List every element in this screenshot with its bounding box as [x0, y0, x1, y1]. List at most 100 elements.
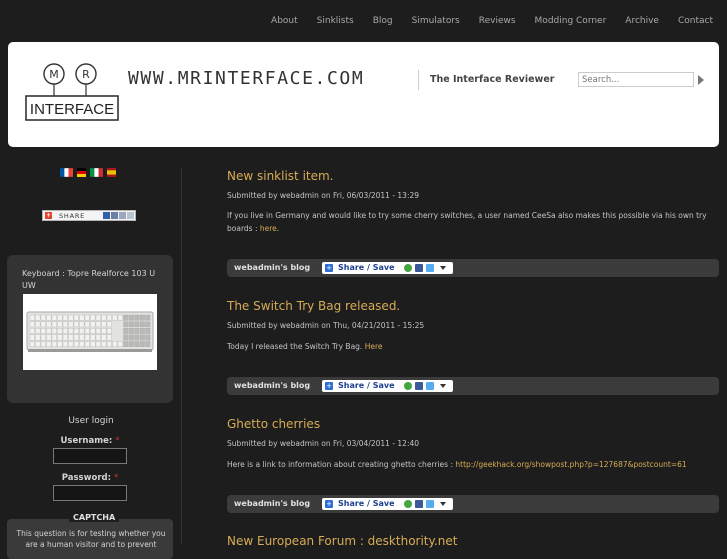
share-save-button[interactable]: + Share / Save — [322, 262, 453, 274]
post-body-text: Today I released the Switch Try Bag. — [227, 342, 363, 351]
keycap — [68, 328, 74, 334]
twitter-icon[interactable] — [426, 500, 434, 508]
keycap — [106, 314, 112, 321]
keycap — [90, 341, 96, 347]
keycap — [46, 328, 52, 334]
share-save-button[interactable]: + Share / Save — [322, 498, 453, 510]
share-label: SHARE — [59, 212, 86, 220]
search-input[interactable] — [578, 72, 694, 87]
dropdown-caret-icon[interactable] — [440, 502, 446, 506]
blog-link[interactable]: webadmin's blog — [234, 499, 310, 508]
keycap — [35, 334, 41, 341]
keycap — [95, 321, 101, 328]
top-nav: About Sinklists Blog Simulators Reviews … — [252, 16, 713, 26]
plus-icon: + — [325, 382, 333, 390]
keycap — [95, 341, 101, 347]
post-footer-bar: webadmin's blog + Share / Save — [227, 495, 719, 513]
keycap — [62, 314, 68, 321]
spanish-flag-icon[interactable] — [105, 168, 118, 177]
plus-icon: + — [325, 264, 333, 272]
keycap — [128, 334, 134, 341]
twitter-icon[interactable] — [426, 382, 434, 390]
post-link[interactable]: http://geekhack.org/showpost.php?p=12768… — [455, 460, 686, 469]
dropdown-caret-icon[interactable] — [440, 384, 446, 388]
search-submit-arrow-icon[interactable] — [698, 75, 704, 85]
nav-blog[interactable]: Blog — [373, 16, 393, 26]
post-title[interactable]: New European Forum : deskthority.net — [227, 534, 457, 548]
keycap — [95, 328, 101, 334]
share-save-button[interactable]: + Share / Save — [322, 380, 453, 392]
keycap — [46, 341, 52, 347]
nav-simulators[interactable]: Simulators — [412, 16, 460, 26]
dropdown-caret-icon[interactable] — [440, 266, 446, 270]
nav-archive[interactable]: Archive — [625, 16, 659, 26]
sidebar-divider — [181, 168, 182, 545]
keycap — [62, 328, 68, 334]
nav-modding-corner[interactable]: Modding Corner — [535, 16, 607, 26]
blog-link[interactable]: webadmin's blog — [234, 381, 310, 390]
keycap — [95, 314, 101, 321]
username-label-text: Username: — [60, 436, 113, 446]
header-divider — [418, 70, 419, 90]
twitter-icon[interactable] — [426, 264, 434, 272]
keycap — [139, 328, 145, 334]
header-banner: M R INTERFACE WWW.MRINTERFACE.COM The In… — [8, 42, 719, 147]
username-input[interactable] — [53, 448, 127, 464]
keycap — [106, 321, 112, 328]
keycap — [90, 328, 96, 334]
french-flag-icon[interactable] — [60, 168, 73, 177]
italian-flag-icon[interactable] — [90, 168, 103, 177]
keycap — [90, 314, 96, 321]
keycap — [40, 321, 46, 328]
german-flag-icon[interactable] — [75, 168, 88, 177]
keycap — [79, 328, 85, 334]
keycap — [46, 314, 52, 321]
facebook-icon[interactable] — [415, 382, 423, 390]
keycap — [29, 334, 35, 341]
facebook-icon[interactable] — [415, 264, 423, 272]
post-link[interactable]: here — [260, 224, 277, 233]
keycap — [123, 334, 129, 341]
keycap — [29, 341, 35, 347]
keycap — [62, 341, 68, 347]
keycap — [84, 334, 90, 341]
keycap — [112, 314, 118, 321]
post-body-text: Here is a link to information about crea… — [227, 460, 453, 469]
keycap — [84, 321, 90, 328]
password-input[interactable] — [53, 485, 127, 501]
keyboard-image[interactable] — [23, 294, 157, 370]
post-link[interactable]: Here — [365, 342, 383, 351]
site-url[interactable]: WWW.MRINTERFACE.COM — [128, 68, 364, 89]
nav-contact[interactable]: Contact — [678, 16, 713, 26]
nav-sinklists[interactable]: Sinklists — [317, 16, 354, 26]
addthis-share-button[interactable]: + SHARE — [42, 210, 136, 221]
keycap — [79, 321, 85, 328]
keycap — [101, 341, 107, 347]
post-title[interactable]: Ghetto cherries — [227, 417, 320, 431]
post-title[interactable]: The Switch Try Bag released. — [227, 299, 400, 313]
email-share-icon[interactable] — [404, 264, 412, 272]
blog-link[interactable]: webadmin's blog — [234, 263, 310, 272]
keycap — [35, 321, 41, 328]
keycap — [29, 328, 35, 334]
keycap — [51, 314, 57, 321]
email-share-icon[interactable] — [404, 382, 412, 390]
nav-about[interactable]: About — [271, 16, 298, 26]
keycap — [35, 328, 41, 334]
share-service-icons — [103, 212, 135, 219]
keycap — [57, 314, 63, 321]
keycap — [95, 334, 101, 341]
plus-icon: + — [325, 500, 333, 508]
keycap — [29, 314, 35, 321]
keycap — [106, 341, 112, 347]
keycap — [73, 314, 79, 321]
more-icon — [127, 212, 134, 219]
keycap — [145, 321, 151, 328]
nav-reviews[interactable]: Reviews — [479, 16, 516, 26]
facebook-icon[interactable] — [415, 500, 423, 508]
keycap — [79, 314, 85, 321]
site-logo[interactable]: M R INTERFACE — [24, 62, 120, 124]
post-title[interactable]: New sinklist item. — [227, 169, 334, 183]
email-share-icon[interactable] — [404, 500, 412, 508]
keyboard-widget: Keyboard : Topre Realforce 103 U UW — [7, 255, 173, 403]
